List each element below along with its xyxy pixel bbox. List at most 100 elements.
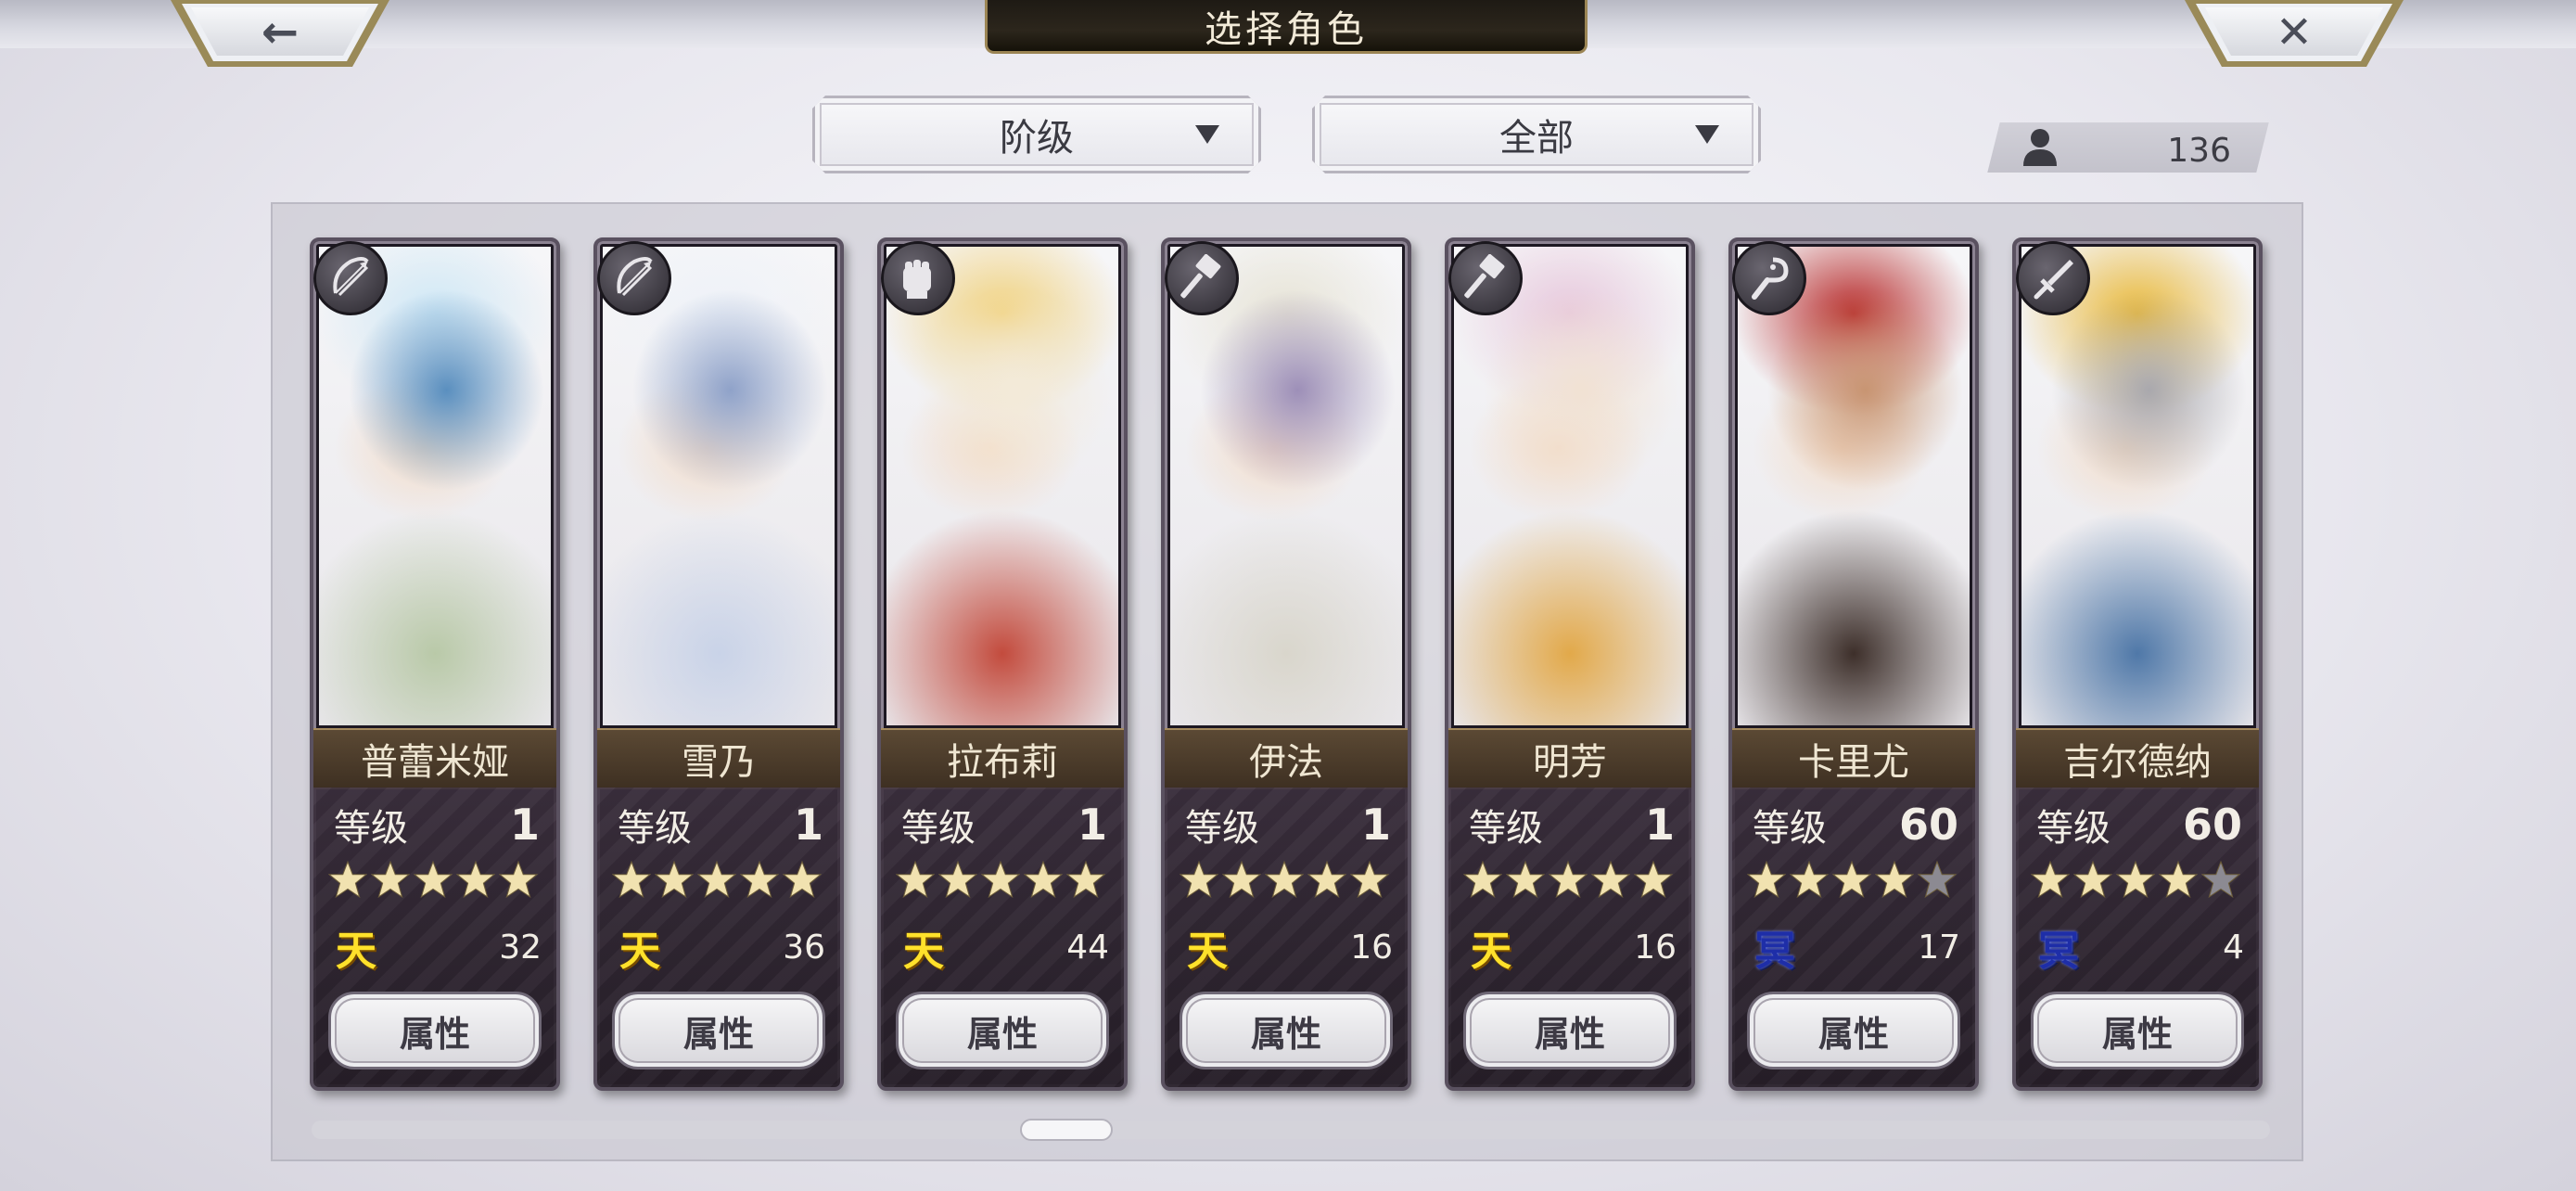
type-value: 44 [1066,928,1109,967]
character-name-text: 普蕾米娅 [361,741,509,784]
star-filled-icon [1221,860,1262,903]
character-card[interactable]: 雪乃 等级 1 天 36 属性 [593,237,844,1091]
character-portrait[interactable] [1170,247,1402,725]
type-badge: 天 [1471,928,1511,975]
page-title-text: 选择角色 [1205,7,1368,51]
star-filled-icon [611,860,652,903]
level-value: 1 [509,800,540,850]
attributes-button[interactable]: 属性 [896,992,1109,1069]
roster-count-value: 136 [2167,132,2231,170]
back-button[interactable]: ← [171,0,389,70]
character-portrait[interactable] [603,247,835,725]
type-badge: 冥 [1754,928,1795,975]
level-value: 1 [1360,800,1391,850]
star-filled-icon [1023,860,1064,903]
sword-icon [2016,241,2090,315]
star-filled-icon [1065,860,1106,903]
attributes-button[interactable]: 属性 [2031,992,2244,1069]
left-arrow-icon: ← [261,6,300,58]
character-name: 普蕾米娅 [313,728,556,789]
character-name-text: 伊法 [1249,741,1323,784]
star-rating [611,860,823,903]
level-label: 等级 [1753,807,1827,850]
star-filled-icon [1462,860,1503,903]
character-card[interactable]: 普蕾米娅 等级 1 天 32 属性 [310,237,560,1091]
level-row: 等级 60 [1753,797,1958,852]
level-label: 等级 [2036,807,2111,850]
character-name: 伊法 [1165,728,1408,789]
attributes-button[interactable]: 属性 [1180,992,1393,1069]
character-name-text: 卡里尤 [1798,741,1909,784]
character-portrait[interactable] [1454,247,1686,725]
level-row: 等级 1 [334,797,540,852]
type-badge: 天 [336,928,376,975]
star-filled-icon [413,860,453,903]
type-row: 冥4 [2034,919,2244,975]
star-filled-icon [370,860,411,903]
character-name-text: 明芳 [1533,741,1607,784]
attributes-button[interactable]: 属性 [1463,992,1677,1069]
star-filled-icon [498,860,539,903]
star-filled-icon [2030,860,2071,903]
level-row: 等级 1 [618,797,823,852]
attributes-button-label: 属性 [1817,1013,1889,1055]
character-portrait[interactable] [1738,247,1970,725]
roster-count: 136 [1994,122,2263,173]
star-filled-icon [1548,860,1588,903]
attributes-button[interactable]: 属性 [328,992,542,1069]
star-rating [1462,860,1674,903]
star-filled-icon [1264,860,1305,903]
close-button[interactable]: ✕ [2185,0,2404,70]
star-filled-icon [654,860,695,903]
attributes-button-label: 属性 [2101,1013,2173,1055]
character-card[interactable]: 伊法 等级 1 天 16 属性 [1161,237,1411,1091]
character-card[interactable]: 明芳 等级 1 天 16 属性 [1445,237,1695,1091]
attributes-button-label: 属性 [966,1013,1038,1055]
star-filled-icon [1746,860,1787,903]
character-portrait[interactable] [886,247,1118,725]
star-filled-icon [2072,860,2113,903]
user-icon [2021,127,2059,168]
star-filled-icon [1349,860,1390,903]
character-card[interactable]: 拉布莉 等级 1 天 44 属性 [877,237,1128,1091]
type-row: 天 16 [1183,919,1393,975]
star-filled-icon [327,860,368,903]
attributes-button[interactable]: 属性 [612,992,825,1069]
character-card[interactable]: 吉尔德纳 等级 60 冥 4 属性 [2012,237,2263,1091]
star-filled-icon [937,860,978,903]
character-name-text: 拉布莉 [947,741,1058,784]
character-portrait[interactable] [319,247,551,725]
star-filled-icon [1307,860,1347,903]
attributes-button[interactable]: 属性 [1747,992,1960,1069]
star-empty-icon [2200,860,2241,903]
type-row: 天 16 [1467,919,1677,975]
character-card[interactable]: 卡里尤等级 60 冥 17 属性 [1728,237,1979,1091]
type-value: 17 [1918,928,1960,967]
star-filled-icon [2158,860,2199,903]
hammer-icon [1448,241,1523,315]
type-value: 16 [1634,928,1677,967]
hammer-icon [1165,241,1239,315]
character-stats: 等级 1 天 32 属性 [313,788,556,1087]
character-portrait[interactable] [2021,247,2253,725]
star-filled-icon [455,860,496,903]
rank-filter-dropdown[interactable]: 阶级 [812,96,1261,173]
level-label: 等级 [334,807,408,850]
star-rating [1179,860,1390,903]
star-filled-icon [696,860,737,903]
character-stats: 等级 60 冥 17 属性 [1732,788,1975,1087]
scrollbar-thumb[interactable] [1020,1119,1113,1141]
level-row: 等级 60 [2036,797,2242,852]
star-filled-icon [1831,860,1872,903]
category-filter-label: 全部 [1499,117,1574,160]
horizontal-scrollbar[interactable] [312,1121,2270,1139]
star-filled-icon [2115,860,2156,903]
star-rating [1746,860,1958,903]
type-badge: 天 [903,928,944,975]
fist-icon [881,241,955,315]
type-badge: 冥 [2038,928,2079,975]
star-rating [2030,860,2241,903]
category-filter-dropdown[interactable]: 全部 [1312,96,1761,173]
character-name: 明芳 [1448,728,1691,789]
rank-filter-label: 阶级 [1000,117,1074,160]
